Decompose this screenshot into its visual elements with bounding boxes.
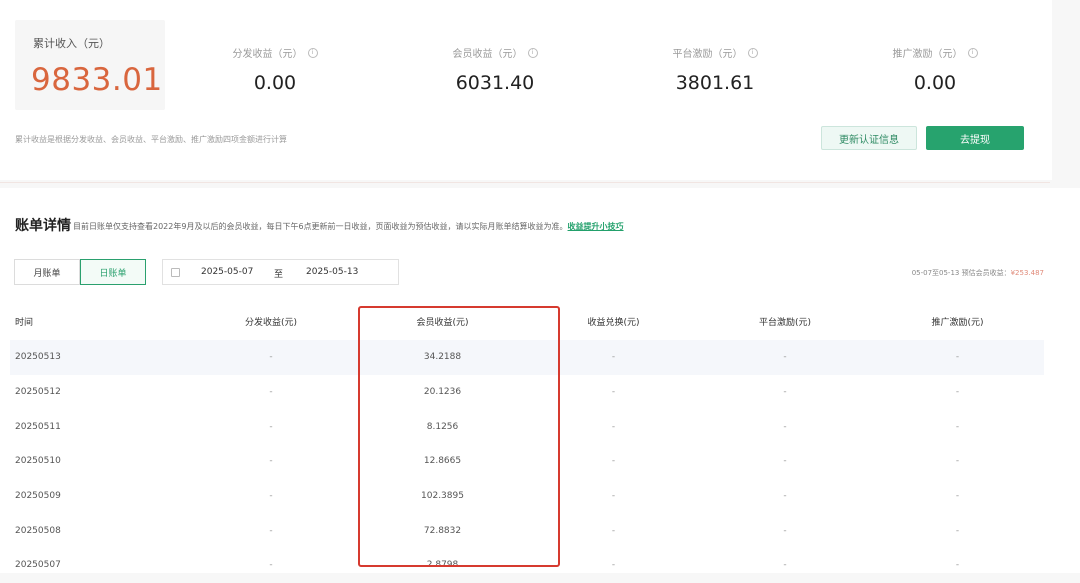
stat-value: 0.00 [913, 72, 957, 94]
table-cell: - [783, 525, 787, 536]
date-end[interactable]: 2025-05-13 [306, 267, 358, 277]
stat-label: 会员收益（元） [452, 49, 523, 60]
divider [0, 182, 1050, 183]
column-header: 时间 [15, 317, 34, 328]
estimate-amount: ¥253.487 [1010, 269, 1044, 277]
date-start[interactable]: 2025-05-07 [201, 267, 253, 277]
table-cell: - [269, 491, 273, 502]
table-cell: - [955, 421, 960, 432]
table-cell: 20250513 [10, 340, 185, 375]
earnings-summary-card: 累计收入（元） 9833.01 分发收益（元） i 0.00 会员收益（元） i 6… [0, 0, 1052, 180]
stat-value: 3801.61 [675, 72, 755, 94]
membership-column-highlight [358, 306, 560, 567]
table-cell: - [955, 456, 960, 467]
stat-value: 6031.40 [455, 72, 535, 94]
tab-monthly[interactable]: 月账单 [14, 259, 80, 285]
table-cell: - [699, 340, 871, 375]
table-cell: - [955, 560, 960, 571]
table-cell: - [871, 340, 1044, 375]
stat-promotion-incentive: 推广激励（元） i 0.00 [850, 45, 1020, 94]
info-icon[interactable]: i [307, 47, 318, 58]
bill-description: 目前日账单仅支持查看2022年9月及以后的会员收益，每日下午6点更新前一日收益，… [73, 221, 624, 232]
summary-note: 累计收益是根据分发收益、会员收益、平台激励、推广激励四项金额进行计算 [15, 135, 287, 144]
column-header: 推广激励(元) [931, 317, 984, 328]
table-cell: 20250509 [15, 491, 61, 502]
table-cell: - [269, 560, 273, 571]
table-cell: 20250511 [15, 421, 61, 432]
table-cell: - [783, 387, 787, 398]
calendar-icon [171, 268, 180, 277]
table-cell: - [783, 421, 787, 432]
bill-description-text: 目前日账单仅支持查看2022年9月及以后的会员收益，每日下午6点更新前一日收益，… [73, 222, 568, 231]
total-income-label: 累计收入（元） [33, 37, 110, 50]
stat-label: 分发收益（元） [232, 49, 303, 60]
table-cell: 20250508 [15, 525, 61, 536]
earnings-tips-link[interactable]: 收益提升小技巧 [568, 222, 624, 231]
table-cell: 20250510 [15, 456, 61, 467]
table-cell: - [783, 560, 787, 571]
bill-tabs: 月账单 日账单 [14, 259, 146, 285]
stat-label: 平台激励（元） [672, 49, 743, 60]
column-header: 分发收益(元) [244, 317, 298, 328]
info-icon[interactable]: i [967, 47, 978, 58]
table-cell: - [955, 387, 960, 398]
stat-label: 推广激励（元） [892, 49, 963, 60]
total-income-box: 累计收入（元） 9833.01 [15, 20, 165, 110]
stat-value: 0.00 [253, 72, 297, 94]
stat-platform-incentive: 平台激励（元） i 3801.61 [630, 45, 800, 94]
info-icon[interactable]: i [527, 47, 538, 58]
table-cell: - [783, 491, 787, 502]
table-cell: 20250512 [15, 387, 61, 398]
table-cell: - [269, 387, 273, 398]
update-certification-button[interactable]: 更新认证信息 [821, 126, 917, 150]
date-range-picker[interactable]: 2025-05-07 至 2025-05-13 [162, 259, 399, 285]
date-separator: 至 [274, 270, 284, 280]
bill-title: 账单详情 [15, 218, 71, 234]
table-cell: - [955, 491, 960, 502]
table-cell: - [185, 340, 357, 375]
info-icon[interactable]: i [747, 47, 758, 58]
stat-distribution: 分发收益（元） i 0.00 [190, 45, 360, 94]
table-cell: - [269, 525, 273, 536]
table-cell: - [783, 456, 787, 467]
table-cell: 20250507 [15, 560, 61, 571]
total-income-value: 9833.01 [31, 62, 163, 98]
stat-membership: 会员收益（元） i 6031.40 [410, 45, 580, 94]
estimated-earnings: 05-07至05-13 预估会员收益：¥253.487 [912, 268, 1044, 278]
column-header: 平台激励(元) [758, 317, 812, 328]
table-cell: - [269, 456, 273, 467]
table-cell: - [269, 421, 273, 432]
tab-daily[interactable]: 日账单 [80, 259, 146, 285]
estimate-label: 05-07至05-13 预估会员收益： [911, 269, 1011, 277]
table-cell: - [955, 525, 960, 536]
withdraw-button[interactable]: 去提现 [926, 126, 1024, 150]
